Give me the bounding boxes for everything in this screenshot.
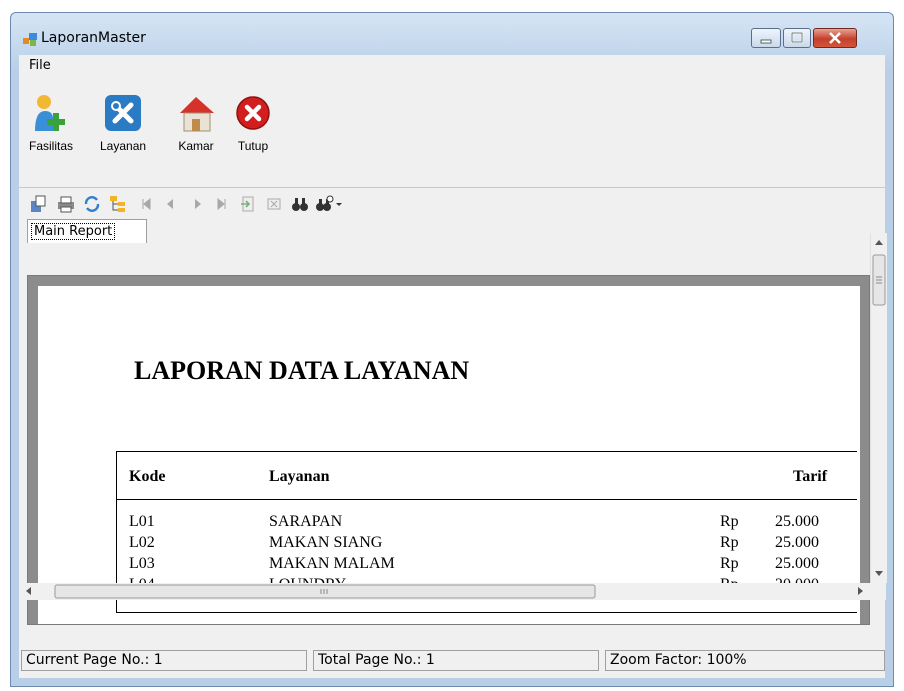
- cell-kode: L03: [129, 555, 155, 572]
- cell-tarif: 25.000: [775, 534, 819, 551]
- tab-main-report[interactable]: Main Report: [27, 219, 147, 243]
- vertical-scrollbar[interactable]: [870, 233, 887, 583]
- cell-currency: Rp: [720, 555, 739, 572]
- title-bar[interactable]: LaporanMaster: [11, 13, 893, 55]
- scroll-up-icon: [875, 240, 883, 245]
- cell-tarif: 25.000: [775, 513, 819, 530]
- add-user-icon: [35, 95, 65, 131]
- main-toolbar: Fasilitas Layanan Kamar Tutup: [19, 75, 885, 188]
- report-viewer[interactable]: LAPORAN DATA LAYANAN Kode Layanan Tarif …: [27, 275, 870, 625]
- application-window: LaporanMaster File Fasilitas Layanan Kam…: [10, 12, 894, 687]
- toolbar-label: Layanan: [100, 139, 147, 153]
- previous-page-icon[interactable]: [161, 195, 179, 213]
- menu-bar: File: [19, 55, 885, 75]
- scroll-left-icon: [26, 587, 31, 595]
- cell-kode: L02: [129, 534, 155, 551]
- toolbar-button-layanan[interactable]: Layanan: [100, 93, 146, 153]
- table-row: L01 SARAPAN Rp 25.000: [117, 513, 857, 533]
- toolbar-button-fasilitas[interactable]: Fasilitas: [29, 93, 73, 153]
- column-header-kode: Kode: [129, 468, 166, 485]
- table-row: L03 MAKAN MALAM Rp 25.000: [117, 555, 857, 575]
- close-button[interactable]: [813, 28, 857, 48]
- next-page-icon[interactable]: [189, 195, 207, 213]
- scroll-right-icon: [858, 587, 863, 595]
- zoom-icon[interactable]: [315, 195, 343, 213]
- toolbar-label: Fasilitas: [29, 139, 74, 153]
- export-icon[interactable]: [29, 195, 47, 213]
- minimize-icon: [760, 39, 772, 44]
- print-icon[interactable]: [57, 195, 75, 213]
- status-total-page: Total Page No.: 1: [313, 650, 599, 671]
- cell-layanan: MAKAN SIANG: [269, 534, 383, 551]
- status-current-page: Current Page No.: 1: [21, 650, 307, 671]
- house-icon: [180, 97, 214, 132]
- close-icon: [829, 32, 841, 44]
- status-bar: Current Page No.: 1 Total Page No.: 1 Zo…: [19, 645, 885, 674]
- status-zoom-factor: Zoom Factor: 100%: [605, 650, 885, 671]
- cell-currency: Rp: [720, 513, 739, 530]
- window-title: LaporanMaster: [41, 30, 146, 46]
- last-page-icon[interactable]: [213, 195, 231, 213]
- toolbar-button-tutup[interactable]: Tutup: [233, 93, 273, 153]
- column-header-layanan: Layanan: [269, 468, 330, 485]
- stop-icon[interactable]: [265, 195, 283, 213]
- menu-file[interactable]: File: [29, 58, 51, 73]
- find-icon[interactable]: [291, 195, 309, 213]
- first-page-icon[interactable]: [137, 195, 155, 213]
- app-icon: [23, 33, 37, 46]
- toolbar-label: Tutup: [237, 139, 269, 153]
- cell-tarif: 25.000: [775, 555, 819, 572]
- toolbar-button-kamar[interactable]: Kamar: [176, 93, 216, 153]
- maximize-icon: [790, 31, 804, 44]
- cell-layanan: MAKAN MALAM: [269, 555, 395, 572]
- tools-icon: [105, 95, 142, 131]
- table-row: L02 MAKAN SIANG Rp 25.000: [117, 534, 857, 554]
- maximize-button[interactable]: [783, 28, 811, 48]
- toolbar-label: Kamar: [178, 139, 214, 153]
- close-circle-icon: [236, 96, 270, 130]
- scroll-thumb: [54, 584, 596, 599]
- tab-label: Main Report: [31, 223, 116, 240]
- horizontal-scrollbar[interactable]: [19, 583, 870, 600]
- cell-kode: L01: [129, 513, 155, 530]
- report-page: LAPORAN DATA LAYANAN Kode Layanan Tarif …: [38, 286, 860, 624]
- cell-currency: Rp: [720, 534, 739, 551]
- report-viewer-toolbar: [19, 189, 885, 217]
- vertical-scrollbar-parts: [872, 240, 886, 576]
- scroll-down-icon: [875, 571, 883, 576]
- header-divider: [117, 499, 857, 500]
- refresh-icon[interactable]: [83, 195, 101, 213]
- horizontal-scrollbar-parts: [26, 584, 863, 599]
- minimize-button[interactable]: [751, 28, 781, 48]
- goto-page-icon[interactable]: [239, 195, 257, 213]
- group-tree-icon[interactable]: [109, 195, 127, 213]
- report-title: LAPORAN DATA LAYANAN: [134, 356, 470, 385]
- scrollbar-corner: [870, 583, 886, 600]
- cell-layanan: SARAPAN: [269, 513, 343, 530]
- report-tab-strip: Main Report: [19, 217, 885, 243]
- column-header-tarif: Tarif: [793, 468, 828, 485]
